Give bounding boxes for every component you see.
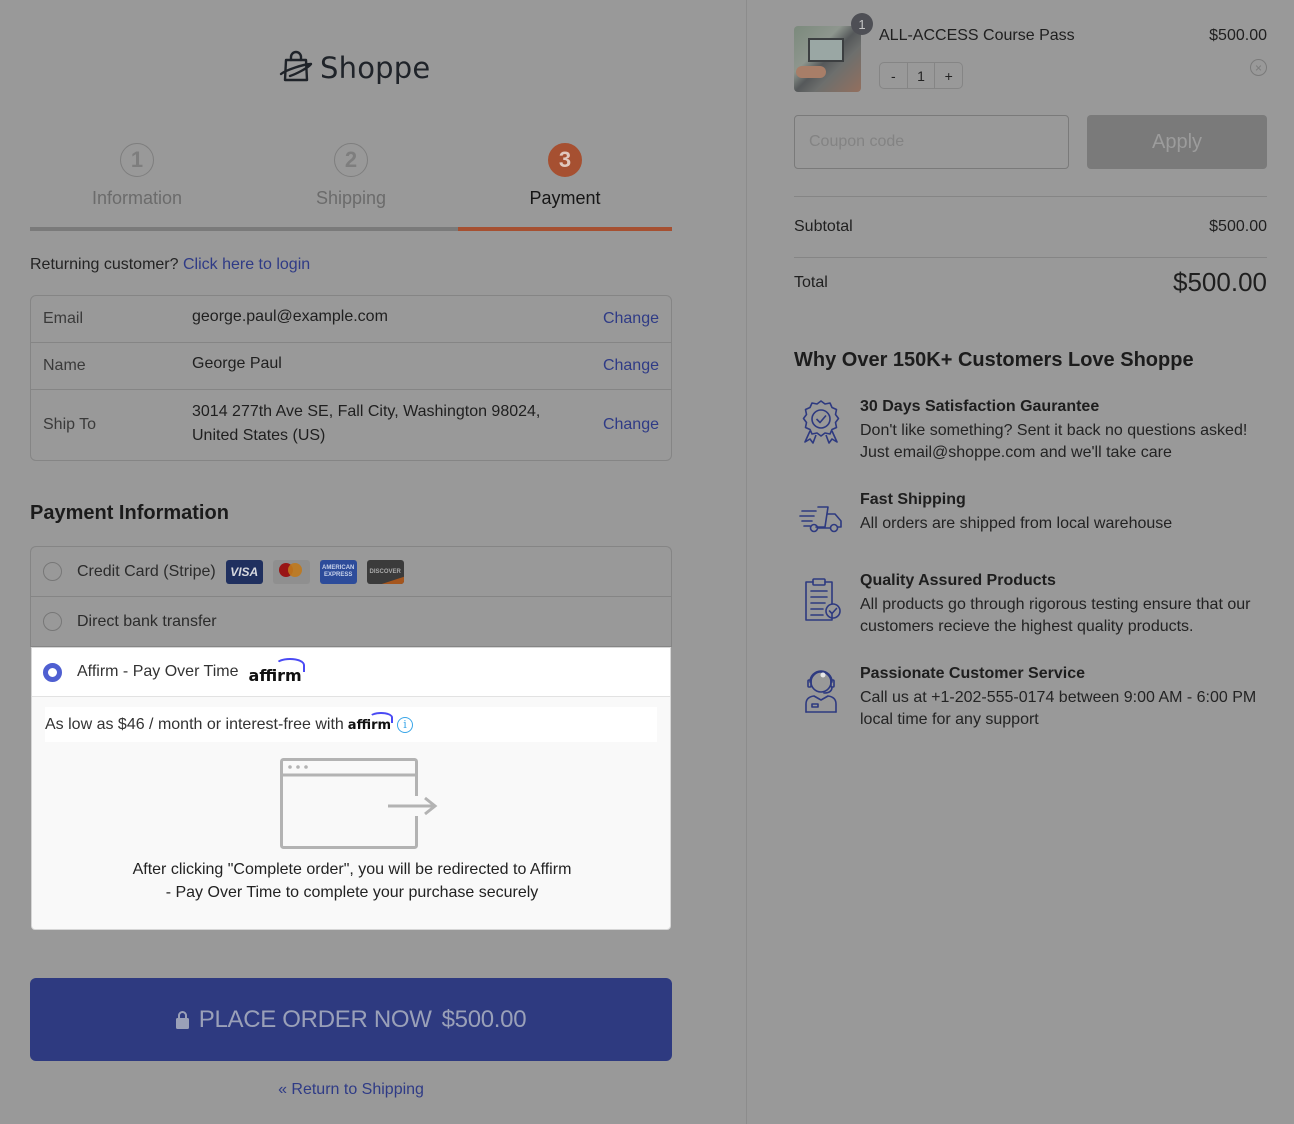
step-label: Shipping	[315, 188, 387, 208]
returning-customer: Returning customer? Click here to login	[30, 256, 310, 274]
return-to-shipping-link[interactable]: « Return to Shipping	[0, 1081, 702, 1099]
info-row-ship-to: Ship To 3014 277th Ave SE, Fall City, Wa…	[31, 390, 671, 460]
customer-support-icon	[805, 670, 837, 713]
info-row-email: Email george.paul@example.com Change	[31, 296, 671, 343]
remove-item-icon[interactable]: ×	[1250, 59, 1267, 76]
divider	[794, 196, 1267, 197]
feature-title: 30 Days Satisfaction Gaurantee	[860, 398, 1100, 415]
feature-title: Passionate Customer Service	[860, 665, 1085, 682]
quantity-value[interactable]: 1	[906, 63, 936, 88]
affirm-logo-icon: affirm	[249, 657, 305, 685]
delivery-truck-icon	[799, 506, 842, 533]
payment-heading: Payment Information	[30, 502, 229, 524]
discover-icon: DISCOVER	[366, 559, 404, 584]
affirm-payment-panel: Affirm - Pay Over Time affirm As low as …	[31, 647, 671, 930]
returning-prompt: Returning customer?	[30, 256, 179, 273]
visa-icon: VISA	[225, 559, 263, 584]
affirm-promo-text: As low as $46 / month or interest-free w…	[45, 715, 344, 733]
feature-description: Don't like something? Sent it back no qu…	[860, 422, 1248, 461]
change-email-link[interactable]: Change	[603, 310, 659, 328]
affirm-redirect-text: After clicking "Complete order", you wil…	[132, 861, 572, 901]
radio-button-selected[interactable]	[43, 662, 62, 682]
total-value: $500.00	[1173, 267, 1267, 297]
subtotal-label: Subtotal	[794, 218, 853, 235]
payment-method-affirm[interactable]: Affirm - Pay Over Time affirm	[32, 648, 670, 697]
payment-method-credit-card[interactable]: Credit Card (Stripe) VISA AMERICAN EXPRE…	[31, 547, 671, 597]
info-label: Ship To	[43, 416, 97, 433]
step-number: 3	[548, 143, 582, 177]
info-row-name: Name George Paul Change	[31, 343, 671, 390]
place-order-label: PLACE ORDER NOW	[198, 1005, 432, 1033]
mastercard-icon	[272, 559, 310, 584]
info-value: george.paul@example.com	[192, 308, 388, 325]
order-summary: 1 ALL-ACCESS Course Pass $500.00 - 1 + ×…	[747, 0, 1294, 1124]
radio-button[interactable]	[43, 612, 62, 631]
card-logos: VISA AMERICAN EXPRESS DISCOVER	[225, 559, 404, 584]
divider	[794, 257, 1267, 258]
award-badge-icon	[802, 400, 840, 444]
decrease-quantity-button[interactable]: -	[880, 63, 907, 88]
step-payment[interactable]: 3 Payment	[458, 140, 672, 231]
change-name-link[interactable]: Change	[603, 357, 659, 375]
info-value: 3014 277th Ave SE, Fall City, Washington…	[192, 403, 541, 444]
radio-button[interactable]	[43, 562, 62, 581]
affirm-logo-icon: affirm	[348, 712, 394, 733]
brand-name: Shoppe	[320, 51, 431, 85]
feature-description: All products go through rigorous testing…	[860, 596, 1251, 635]
subtotal-value: $500.00	[1209, 218, 1267, 235]
step-number: 1	[120, 143, 154, 177]
payment-method-label: Direct bank transfer	[77, 612, 217, 630]
lock-icon	[175, 1010, 189, 1029]
feature-description: Call us at +1-202-555-0174 between 9:00 …	[860, 689, 1257, 728]
payment-method-label: Affirm - Pay Over Time	[77, 663, 239, 680]
step-number: 2	[334, 143, 368, 177]
shoppe-logo[interactable]: Shoppe	[278, 50, 430, 86]
info-value: George Paul	[192, 355, 282, 372]
increase-quantity-button[interactable]: +	[935, 63, 962, 88]
step-shipping[interactable]: 2 Shipping	[244, 140, 458, 231]
checkout-main: Shoppe 1 Information 2 Shipping 3 Paymen…	[0, 0, 746, 1124]
info-icon[interactable]: i	[397, 716, 414, 733]
step-information[interactable]: 1 Information	[30, 140, 244, 231]
cart-item: 1 ALL-ACCESS Course Pass $500.00 - 1 + ×	[794, 13, 1267, 92]
feature-description: All orders are shipped from local wareho…	[860, 515, 1173, 532]
shopping-bag-logo-icon	[279, 50, 313, 82]
step-label: Information	[91, 188, 183, 208]
step-label: Payment	[529, 188, 601, 208]
quantity-stepper: - 1 +	[879, 62, 963, 89]
total-label: Total	[794, 274, 828, 291]
payment-method-bank-transfer[interactable]: Direct bank transfer	[31, 597, 671, 647]
apply-coupon-button[interactable]: Apply	[1087, 115, 1267, 169]
customer-info-box: Email george.paul@example.com Change Nam…	[30, 295, 672, 461]
product-price: $500.00	[1209, 27, 1267, 44]
coupon-code-input[interactable]	[794, 115, 1069, 169]
affirm-promo-message: As low as $46 / month or interest-free w…	[45, 707, 657, 742]
browser-redirect-icon	[280, 758, 438, 849]
change-ship-to-link[interactable]: Change	[603, 416, 659, 434]
place-order-button[interactable]: PLACE ORDER NOW $500.00	[30, 978, 672, 1061]
why-heading: Why Over 150K+ Customers Love Shoppe	[794, 349, 1194, 371]
payment-methods: Credit Card (Stripe) VISA AMERICAN EXPRE…	[30, 546, 672, 647]
product-name: ALL-ACCESS Course Pass	[879, 27, 1075, 44]
info-label: Email	[43, 310, 84, 327]
login-link[interactable]: Click here to login	[183, 256, 310, 273]
product-thumbnail	[794, 26, 861, 92]
feature-title: Quality Assured Products	[860, 572, 1056, 589]
amex-icon: AMERICAN EXPRESS	[319, 559, 357, 584]
checkout-steps: 1 Information 2 Shipping 3 Payment	[30, 140, 672, 231]
info-label: Name	[43, 357, 86, 374]
clipboard-check-icon	[805, 578, 841, 621]
quantity-badge: 1	[851, 13, 873, 35]
payment-method-label: Credit Card (Stripe)	[77, 562, 216, 580]
feature-title: Fast Shipping	[860, 491, 966, 508]
place-order-amount: $500.00	[441, 1005, 527, 1033]
